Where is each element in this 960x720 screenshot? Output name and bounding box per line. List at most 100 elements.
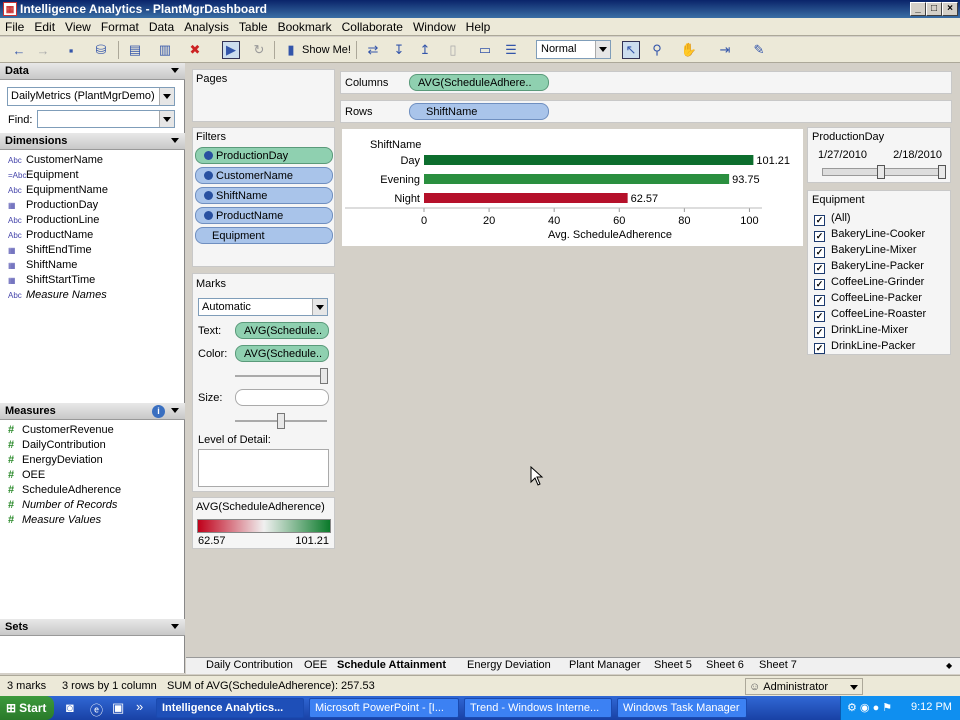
filter-pill[interactable]: Equipment xyxy=(195,227,333,244)
dimension-field[interactable]: Abc Measure Names xyxy=(8,289,107,301)
filter-pill[interactable]: ProductName xyxy=(195,207,333,224)
bar[interactable] xyxy=(424,193,628,203)
filter-pill[interactable]: ProductionDay xyxy=(195,147,333,164)
measure-field[interactable]: # OEE xyxy=(8,469,45,481)
task-browser[interactable]: Trend - Windows Interne... xyxy=(464,698,612,718)
tab-plant-manager[interactable]: Plant Manager xyxy=(569,659,641,671)
fit-select[interactable]: Normal xyxy=(536,40,611,59)
filters-shelf[interactable]: Filters ProductionDay CustomerName Shift… xyxy=(192,127,335,267)
menu-view[interactable]: View xyxy=(60,18,96,34)
size-shelf[interactable] xyxy=(235,389,329,406)
pointer-icon[interactable]: ↖ xyxy=(622,41,640,59)
menu-edit[interactable]: Edit xyxy=(29,18,60,34)
dimension-field[interactable]: ▦ ProductionDay xyxy=(8,199,98,211)
dimension-field[interactable]: =AbcEquipment xyxy=(8,169,79,181)
tab-scroll-icon[interactable]: ◆ xyxy=(946,661,952,670)
sort-ascending-icon[interactable]: ↧ xyxy=(390,41,408,59)
measure-field[interactable]: # DailyContribution xyxy=(8,439,106,451)
forward-icon[interactable]: → xyxy=(34,41,52,59)
pan-icon[interactable]: ✋ xyxy=(680,41,698,59)
measure-field[interactable]: # EnergyDeviation xyxy=(8,454,103,466)
columns-shelf[interactable]: Columns AVG(ScheduleAdhere.. xyxy=(340,71,952,94)
pages-shelf[interactable]: Pages xyxy=(192,69,335,122)
date-end-handle[interactable] xyxy=(938,165,946,179)
back-icon[interactable]: ← xyxy=(10,41,28,59)
dimension-field[interactable]: Abc ProductionLine xyxy=(8,214,99,226)
date-start-handle[interactable] xyxy=(877,165,885,179)
measure-field[interactable]: # Measure Values xyxy=(8,514,101,526)
explorer-icon[interactable]: ▣ xyxy=(112,700,124,716)
start-button[interactable]: ⊞ Start xyxy=(0,696,54,720)
menu-bookmark[interactable]: Bookmark xyxy=(273,18,337,34)
filter-pill[interactable]: CustomerName xyxy=(195,167,333,184)
refresh-icon[interactable]: ↻ xyxy=(250,41,268,59)
show-me-button[interactable]: Show Me! xyxy=(302,44,351,56)
show-me-icon[interactable]: ▮ xyxy=(282,41,300,59)
presentation-icon[interactable]: ▭ xyxy=(476,41,494,59)
new-worksheet-icon[interactable]: ▤ xyxy=(126,41,144,59)
chevron-down-icon[interactable] xyxy=(171,138,179,143)
tab-sheet-5[interactable]: Sheet 5 xyxy=(654,659,692,671)
labels-icon[interactable]: ☰ xyxy=(502,41,520,59)
rows-shelf[interactable]: Rows ShiftName xyxy=(340,100,952,123)
equipment-checkbox[interactable]: ✓ BakeryLine-Mixer xyxy=(814,244,917,258)
equipment-checkbox[interactable]: ✓ CoffeeLine-Grinder xyxy=(814,276,924,290)
tab-oee[interactable]: OEE xyxy=(304,659,327,671)
task-powerpoint[interactable]: Microsoft PowerPoint - [I... xyxy=(309,698,459,718)
user-select[interactable]: ☺ Administrator xyxy=(745,678,863,695)
dimension-field[interactable]: Abc CustomerName xyxy=(8,154,103,166)
datasource-select[interactable]: DailyMetrics (PlantMgrDemo) xyxy=(7,87,175,106)
columns-pill[interactable]: AVG(ScheduleAdhere.. xyxy=(409,74,549,91)
task-task-manager[interactable]: Windows Task Manager xyxy=(617,698,747,718)
view-canvas[interactable] xyxy=(336,246,806,656)
task-intelligence-analytics[interactable]: Intelligence Analytics... xyxy=(156,698,304,718)
highlight-icon[interactable]: ▯ xyxy=(444,41,462,59)
menu-file[interactable]: File xyxy=(0,18,29,34)
equipment-checkbox[interactable]: ✓ CoffeeLine-Roaster xyxy=(814,308,926,322)
tab-energy-deviation[interactable]: Energy Deviation xyxy=(467,659,551,671)
dimension-field[interactable]: ▦ ShiftEndTime xyxy=(8,244,92,256)
clear-sheet-icon[interactable]: ✖ xyxy=(186,41,204,59)
color-pill[interactable]: AVG(Schedule.. xyxy=(235,345,329,362)
browser-icon[interactable]: ⓔ xyxy=(90,700,103,719)
text-pill[interactable]: AVG(Schedule.. xyxy=(235,322,329,339)
size-slider-handle[interactable] xyxy=(277,413,285,429)
tab-sheet-6[interactable]: Sheet 6 xyxy=(706,659,744,671)
bar-chart[interactable]: ShiftName Day 101.21 Evening 93.75 Night 62.5… xyxy=(342,129,803,246)
measure-field[interactable]: # ScheduleAdherence xyxy=(8,484,121,496)
find-input[interactable] xyxy=(37,110,175,128)
menu-analysis[interactable]: Analysis xyxy=(179,18,234,34)
color-legend[interactable]: AVG(ScheduleAdherence) 62.57 101.21 xyxy=(192,497,335,549)
mark-type-select[interactable]: Automatic xyxy=(198,298,328,316)
maximize-button[interactable]: □ xyxy=(926,2,942,16)
measure-field[interactable]: # CustomerRevenue xyxy=(8,424,114,436)
dimension-field[interactable]: Abc EquipmentName xyxy=(8,184,108,196)
duplicate-sheet-icon[interactable]: ▥ xyxy=(156,41,174,59)
chevron-down-icon[interactable] xyxy=(171,624,179,629)
dimension-field[interactable]: ▦ ShiftName xyxy=(8,259,77,271)
menu-collaborate[interactable]: Collaborate xyxy=(337,18,408,34)
tab-daily-contribution[interactable]: Daily Contribution xyxy=(206,659,293,671)
fix-axes-icon[interactable]: ⇥ xyxy=(716,41,734,59)
rows-pill[interactable]: ShiftName xyxy=(409,103,549,120)
save-icon[interactable]: ▪ xyxy=(62,41,80,59)
more-icon[interactable]: » xyxy=(136,699,143,714)
connect-data-icon[interactable]: ⛁ xyxy=(92,41,110,59)
equipment-checkbox[interactable]: ✓ CoffeeLine-Packer xyxy=(814,292,922,306)
tab-schedule-attainment[interactable]: Schedule Attainment xyxy=(337,659,446,671)
sort-descending-icon[interactable]: ↥ xyxy=(416,41,434,59)
auto-update-icon[interactable]: ▶ xyxy=(222,41,240,59)
menu-data[interactable]: Data xyxy=(144,18,179,34)
menu-format[interactable]: Format xyxy=(96,18,144,34)
bar[interactable] xyxy=(424,174,730,184)
opacity-slider-handle[interactable] xyxy=(320,368,328,384)
menu-help[interactable]: Help xyxy=(461,18,496,34)
equipment-checkbox[interactable]: ✓ DrinkLine-Packer xyxy=(814,340,915,354)
tab-sheet-7[interactable]: Sheet 7 xyxy=(759,659,797,671)
equipment-checkbox[interactable]: ✓ DrinkLine-Mixer xyxy=(814,324,908,338)
annotate-icon[interactable]: ✎ xyxy=(750,41,768,59)
bar[interactable] xyxy=(424,155,754,165)
menu-table[interactable]: Table xyxy=(234,18,273,34)
close-button[interactable]: × xyxy=(942,2,958,16)
measure-field[interactable]: # Number of Records xyxy=(8,499,117,511)
